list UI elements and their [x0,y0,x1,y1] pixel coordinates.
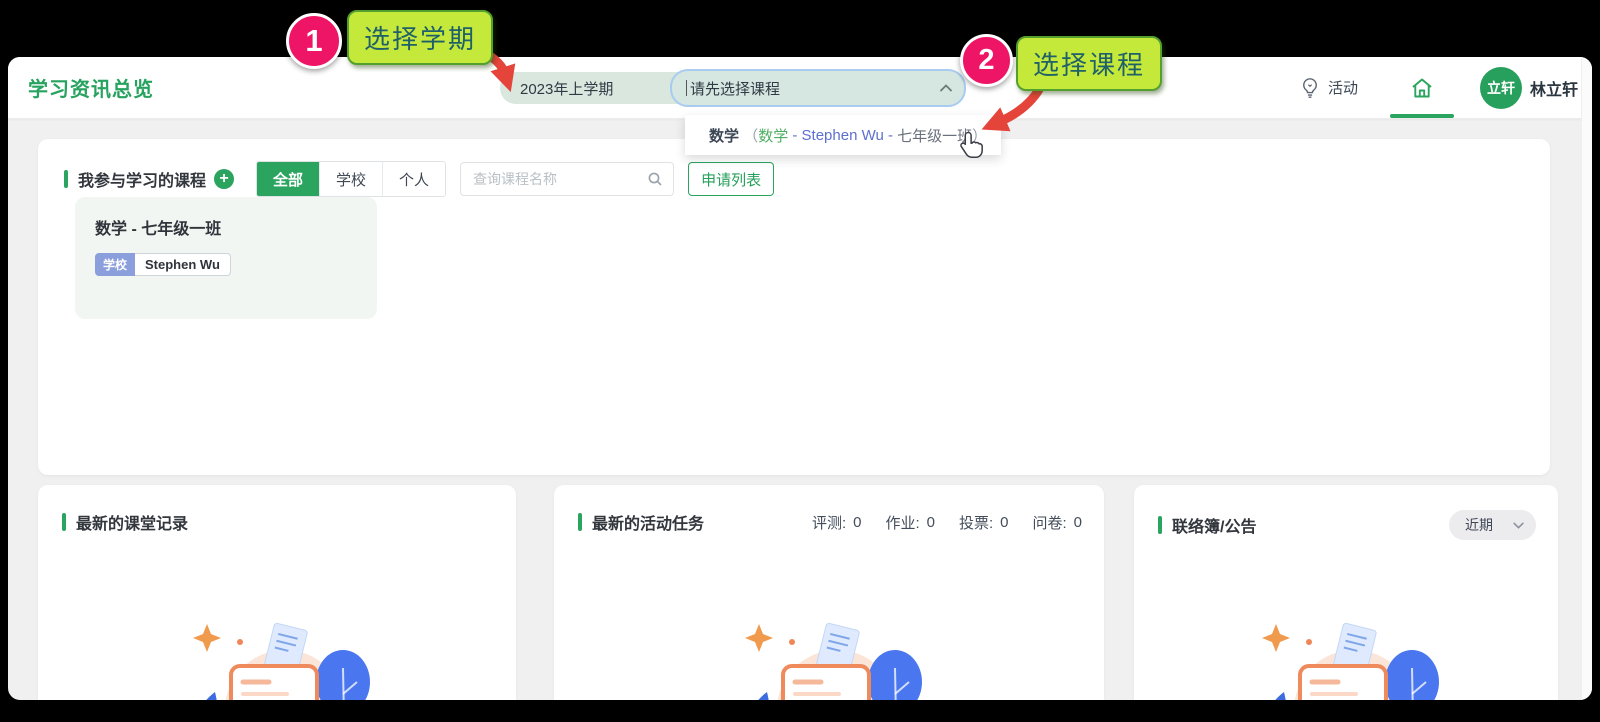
contact-book-panel: 联络簿/公告 近期 [1134,485,1558,700]
course-type-badge: 学校 [95,253,135,276]
course-menu-item-name: 数学 [709,125,739,146]
semester-select[interactable]: 2023年上学期 [500,72,694,104]
course-select-placeholder: 请先选择课程 [690,78,780,99]
stat-vote-value: 0 [1000,514,1008,531]
chevron-up-icon [940,84,952,92]
activity-tasks-panel: 最新的活动任务 评测:0 作业:0 投票:0 问卷:0 [554,485,1104,700]
course-card-tags: 学校 Stephen Wu [95,253,231,276]
section-accent-bar [62,513,66,531]
apply-list-button[interactable]: 申请列表 [688,162,774,196]
course-menu-item-teacher: - Stephen Wu - [788,127,897,144]
step-2-label: 选择课程 [1016,36,1162,91]
tab-all[interactable]: 全部 [257,162,319,196]
contact-book-header: 联络簿/公告 近期 [1134,485,1558,540]
hand-cursor-icon [959,131,985,159]
avatar: 立轩 [1480,67,1522,109]
course-filter-tabs: 全部 学校 个人 [256,161,446,197]
tab-personal[interactable]: 个人 [382,162,445,196]
semester-select-value: 2023年上学期 [520,78,613,99]
header-actions: 活动 立轩 林立轩 [1300,57,1578,118]
course-search-box [460,162,674,196]
course-card[interactable]: 数学 - 七年级一班 学校 Stephen Wu [75,197,377,319]
section-accent-bar [64,170,68,188]
app-header: 学习资讯总览 2023年上学期 请先选择课程 活动 [8,57,1592,119]
stat-homework-value: 0 [927,514,935,531]
course-menu-item-course: 数学 [758,125,788,146]
course-menu-item[interactable]: 数学 （数学 - Stephen Wu - 七年级一班） [685,115,1001,155]
nav-home[interactable] [1410,57,1434,118]
empty-state-illustration [719,610,939,700]
my-courses-title: 我参与学习的课程 [78,167,206,191]
stat-questionnaire-value: 0 [1074,514,1082,531]
activity-tasks-header: 最新的活动任务 评测:0 作业:0 投票:0 问卷:0 [554,485,1104,534]
classroom-records-header: 最新的课堂记录 [38,485,516,534]
user-name: 林立轩 [1530,76,1578,100]
home-icon [1410,76,1434,100]
contact-book-title: 联络簿/公告 [1172,513,1256,537]
search-icon [647,171,663,187]
step-1-badge: 1 [286,13,342,69]
classroom-records-title: 最新的课堂记录 [76,510,188,534]
user-menu[interactable]: 立轩 林立轩 [1480,67,1578,109]
scrollbar[interactable] [1581,57,1592,700]
stat-assessment: 评测:0 [812,512,862,533]
activity-tasks-title: 最新的活动任务 [592,510,704,534]
section-accent-bar [578,513,582,531]
step-2-badge: 2 [960,34,1013,87]
empty-state-illustration [167,610,387,700]
course-menu-item-paren-open: （ [739,125,758,146]
lightbulb-icon [1300,77,1320,99]
classroom-records-panel: 最新的课堂记录 [38,485,516,700]
empty-state-illustration [1236,610,1456,700]
course-search-input[interactable] [471,170,647,188]
section-accent-bar [1158,516,1162,534]
course-dropdown-menu: 数学 （数学 - Stephen Wu - 七年级一班） [685,115,1001,155]
nav-activity[interactable]: 活动 [1300,77,1358,99]
add-course-icon[interactable]: + [214,169,234,189]
text-caret [686,80,687,96]
stat-homework: 作业:0 [885,512,935,533]
step-1-label: 选择学期 [347,10,493,65]
nav-activity-label: 活动 [1328,77,1358,98]
page-title: 学习资讯总览 [28,57,154,118]
course-teacher-badge: Stephen Wu [135,253,231,276]
course-select[interactable]: 请先选择课程 [670,69,966,107]
app-window: 学习资讯总览 2023年上学期 请先选择课程 活动 [8,57,1592,700]
stat-assessment-value: 0 [853,514,861,531]
my-courses-panel: 我参与学习的课程 + 全部 学校 个人 申请列表 数学 - 七年级一班 学校 S… [38,139,1550,475]
stat-vote: 投票:0 [959,512,1009,533]
stat-questionnaire: 问卷:0 [1032,512,1082,533]
tab-school[interactable]: 学校 [319,162,382,196]
recent-filter-value: 近期 [1465,515,1493,535]
task-stats: 评测:0 作业:0 投票:0 问卷:0 [812,512,1082,533]
course-card-title: 数学 - 七年级一班 [95,215,357,239]
chevron-down-icon [1513,522,1524,529]
recent-filter-select[interactable]: 近期 [1449,510,1536,540]
